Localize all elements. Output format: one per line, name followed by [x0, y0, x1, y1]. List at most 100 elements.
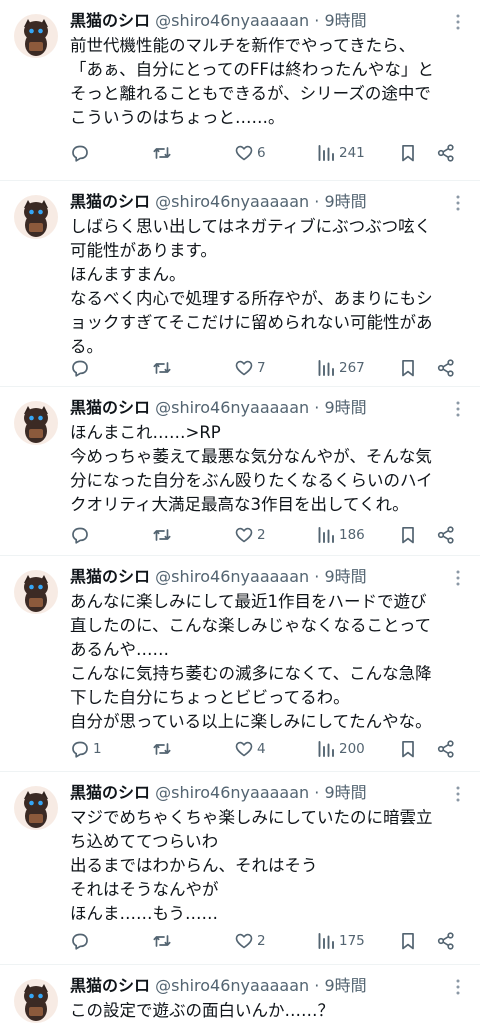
bookmark-icon [402, 144, 414, 162]
retweet-button[interactable] [152, 523, 175, 547]
like-button[interactable]: 4 [234, 737, 266, 761]
reply-count: 1 [93, 741, 102, 757]
author-handle[interactable]: @shiro46nyaaaaan [155, 11, 309, 30]
more-icon[interactable] [448, 977, 468, 997]
retweet-icon [153, 743, 171, 755]
tweet[interactable]: 黒猫のシロ @shiro46nyaaaaan · 9時間 あんなに楽しみにして最… [0, 556, 480, 772]
like-button[interactable]: 2 [234, 523, 266, 547]
retweet-button[interactable] [152, 929, 175, 953]
views-count: 267 [339, 360, 365, 376]
timestamp[interactable]: 9時間 [324, 11, 366, 30]
tweet[interactable]: 黒猫のシロ @shiro46nyaaaaan · 9時間 前世代機性能のマルチを… [0, 0, 480, 181]
author-name[interactable]: 黒猫のシロ [70, 192, 150, 211]
share-button[interactable] [436, 737, 456, 761]
retweet-icon [153, 529, 171, 541]
views-count: 186 [339, 527, 365, 543]
reply-button[interactable]: 1 [70, 737, 102, 761]
views-button[interactable]: 267 [316, 356, 365, 380]
avatar[interactable] [14, 14, 58, 58]
tweet-header: 黒猫のシロ @shiro46nyaaaaan · 9時間 [70, 397, 466, 419]
separator: · [314, 192, 320, 211]
timestamp[interactable]: 9時間 [324, 192, 366, 211]
reply-button[interactable] [70, 141, 93, 165]
author-handle[interactable]: @shiro46nyaaaaan [155, 398, 309, 417]
reply-button[interactable] [70, 523, 93, 547]
share-icon [437, 740, 454, 758]
tweet[interactable]: 黒猫のシロ @shiro46nyaaaaan · 9時間 マジでめちゃくちゃ楽し… [0, 772, 480, 965]
bookmark-button[interactable] [398, 737, 418, 761]
bookmark-button[interactable] [398, 929, 418, 953]
more-icon[interactable] [448, 784, 468, 804]
avatar[interactable] [14, 570, 58, 614]
tweet[interactable]: 黒猫のシロ @shiro46nyaaaaan · 9時間 ほんまこれ……>RP … [0, 387, 480, 556]
timestamp[interactable]: 9時間 [324, 567, 366, 586]
like-button[interactable]: 2 [234, 929, 266, 953]
separator: · [314, 398, 320, 417]
timestamp[interactable]: 9時間 [324, 976, 366, 995]
heart-icon [235, 145, 253, 161]
tweet-header: 黒猫のシロ @shiro46nyaaaaan · 9時間 [70, 975, 466, 997]
tweet-header: 黒猫のシロ @shiro46nyaaaaan · 9時間 [70, 10, 466, 32]
more-icon[interactable] [448, 12, 468, 32]
timestamp[interactable]: 9時間 [324, 398, 366, 417]
avatar[interactable] [14, 195, 58, 239]
bookmark-icon [402, 740, 414, 758]
retweet-button[interactable] [152, 356, 175, 380]
more-icon[interactable] [448, 193, 468, 213]
author-name[interactable]: 黒猫のシロ [70, 398, 150, 417]
like-button[interactable]: 7 [234, 356, 266, 380]
like-button[interactable]: 6 [234, 141, 266, 165]
action-bar: 1 4 200 [70, 737, 466, 761]
retweet-button[interactable] [152, 737, 175, 761]
views-count: 241 [339, 145, 365, 161]
bookmark-button[interactable] [398, 141, 418, 165]
timestamp[interactable]: 9時間 [324, 783, 366, 802]
share-button[interactable] [436, 929, 456, 953]
views-button[interactable]: 175 [316, 929, 365, 953]
bookmark-button[interactable] [398, 523, 418, 547]
like-count: 2 [257, 933, 266, 949]
avatar[interactable] [14, 786, 58, 830]
share-icon [437, 359, 454, 377]
reply-button[interactable] [70, 356, 93, 380]
author-name[interactable]: 黒猫のシロ [70, 567, 150, 586]
author-handle[interactable]: @shiro46nyaaaaan [155, 976, 309, 995]
more-icon[interactable] [448, 399, 468, 419]
reply-icon [72, 933, 88, 950]
avatar[interactable] [14, 979, 58, 1023]
share-button[interactable] [436, 141, 456, 165]
action-bar: 7 267 [70, 356, 466, 380]
author-handle[interactable]: @shiro46nyaaaaan [155, 192, 309, 211]
bookmark-button[interactable] [398, 356, 418, 380]
avatar[interactable] [14, 401, 58, 445]
share-button[interactable] [436, 356, 456, 380]
author-handle[interactable]: @shiro46nyaaaaan [155, 567, 309, 586]
tweet-text: 前世代機性能のマルチを新作でやってきたら、 「あぁ、自分にとってのFFは終わった… [70, 36, 434, 127]
reply-icon [72, 360, 88, 377]
share-button[interactable] [436, 523, 456, 547]
reply-button[interactable] [70, 929, 93, 953]
tweet[interactable]: 黒猫のシロ @shiro46nyaaaaan · 9時間 この設定で遊ぶの面白い… [0, 965, 480, 1026]
tweet-text: あんなに楽しみにして最近1作目をハードで遊び 直したのに、こんな楽しみじゃなくな… [70, 592, 432, 731]
views-button[interactable]: 186 [316, 523, 365, 547]
author-name[interactable]: 黒猫のシロ [70, 783, 150, 802]
heart-icon [235, 933, 253, 949]
author-handle[interactable]: @shiro46nyaaaaan [155, 783, 309, 802]
tweet-header: 黒猫のシロ @shiro46nyaaaaan · 9時間 [70, 566, 466, 588]
retweet-button[interactable] [152, 141, 175, 165]
views-icon [318, 527, 334, 543]
author-name[interactable]: 黒猫のシロ [70, 11, 150, 30]
views-icon [318, 145, 334, 161]
tweet-header: 黒猫のシロ @shiro46nyaaaaan · 9時間 [70, 782, 466, 804]
views-button[interactable]: 241 [316, 141, 365, 165]
tweet[interactable]: 黒猫のシロ @shiro46nyaaaaan · 9時間 しばらく思い出してはネ… [0, 181, 480, 387]
separator: · [314, 976, 320, 995]
tweet-text: しばらく思い出してはネガティブにぶつぶつ呟く 可能性があります。 ほんますまん。… [70, 217, 433, 356]
author-name[interactable]: 黒猫のシロ [70, 976, 150, 995]
tweet-text: マジでめちゃくちゃ楽しみにしていたのに暗雲立 ち込めててつらいわ 出るまではわか… [70, 808, 433, 923]
tweet-text: この設定で遊ぶの面白いんか……？ スクエニはどうしてしまったんだ [70, 1001, 334, 1026]
views-button[interactable]: 200 [316, 737, 365, 761]
action-bar: 2 186 [70, 523, 466, 547]
more-icon[interactable] [448, 568, 468, 588]
share-icon [437, 932, 454, 950]
